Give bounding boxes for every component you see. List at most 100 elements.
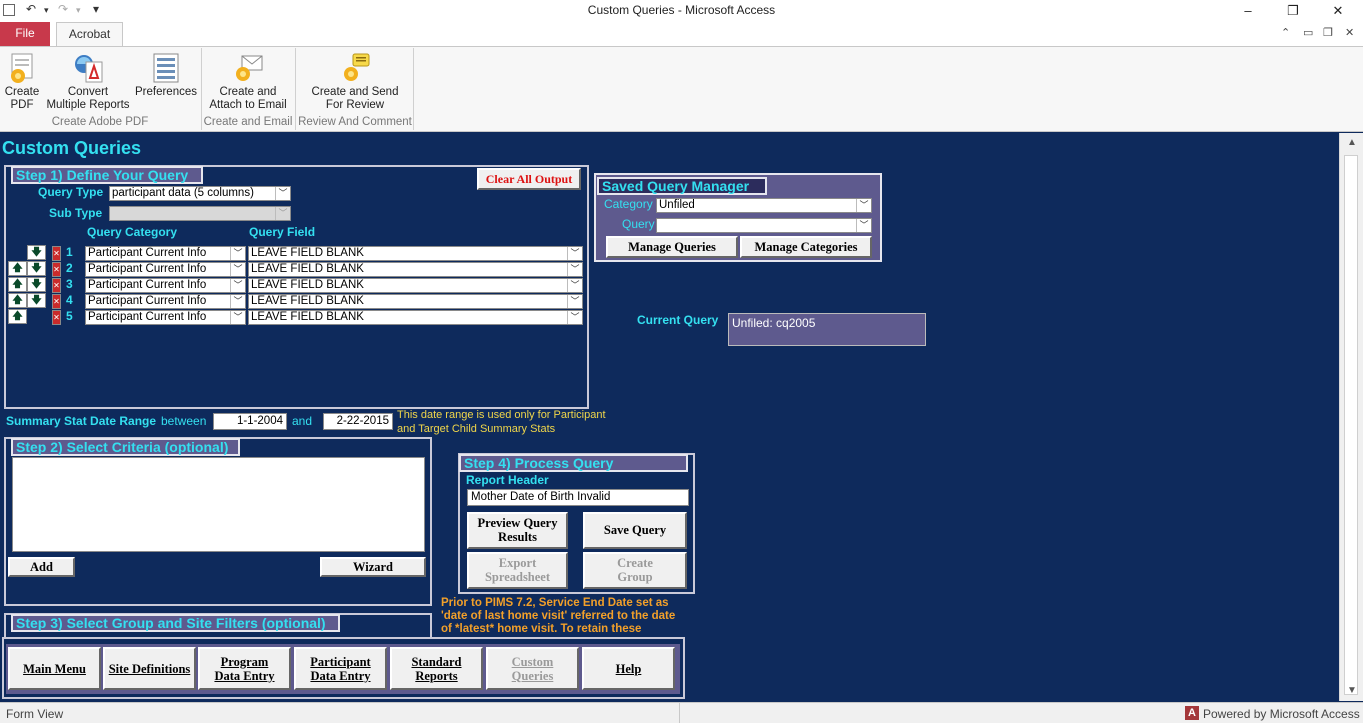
move-down-icon[interactable]: 🡇 bbox=[27, 293, 46, 308]
report-header-field[interactable]: Mother Date of Birth Invalid bbox=[467, 489, 689, 506]
delete-row-icon[interactable]: ✕ bbox=[52, 262, 61, 277]
sub-type-select[interactable]: ﹀ bbox=[109, 206, 291, 221]
move-down-icon[interactable]: 🡇 bbox=[27, 277, 46, 292]
saved-category-select[interactable]: Unfiled ﹀ bbox=[656, 198, 872, 213]
title-bar: ↶ ▾ ↷ ▾ ▾ Custom Queries - Microsoft Acc… bbox=[0, 0, 1363, 22]
saved-query-select[interactable]: ﹀ bbox=[656, 218, 872, 233]
create-send-review-button[interactable]: Create and Send For Review bbox=[298, 52, 412, 112]
create-attach-label-2: Attach to Email bbox=[209, 99, 287, 111]
chevron-down-icon[interactable]: ﹀ bbox=[567, 311, 582, 324]
custom-queries-button[interactable]: Custom Queries bbox=[486, 647, 579, 690]
delete-row-icon[interactable]: ✕ bbox=[52, 310, 61, 325]
add-criteria-button[interactable]: Add bbox=[8, 557, 75, 577]
query-field-select[interactable]: LEAVE FIELD BLANK ﹀ bbox=[248, 310, 583, 325]
move-up-icon[interactable]: 🡅 bbox=[8, 261, 27, 276]
query-field-select[interactable]: LEAVE FIELD BLANK ﹀ bbox=[248, 278, 583, 293]
current-query-value: Unfiled: cq2005 bbox=[728, 313, 926, 346]
create-attach-email-button[interactable]: Create and Attach to Email bbox=[204, 52, 292, 112]
start-date-field[interactable]: 1-1-2004 bbox=[213, 413, 287, 430]
chevron-down-icon[interactable]: ﹀ bbox=[856, 199, 871, 212]
chevron-down-icon[interactable]: ﹀ bbox=[567, 247, 582, 260]
group-create-adobe-pdf: Create Adobe PDF bbox=[51, 116, 149, 128]
chevron-down-icon[interactable]: ﹀ bbox=[567, 279, 582, 292]
mdi-minimize-icon[interactable]: ▭ bbox=[1303, 26, 1313, 39]
tab-file[interactable]: File bbox=[0, 22, 50, 46]
query-category-select[interactable]: Participant Current Info ﹀ bbox=[85, 310, 246, 325]
query-field-select[interactable]: LEAVE FIELD BLANK ﹀ bbox=[248, 294, 583, 309]
chevron-down-icon[interactable]: ﹀ bbox=[230, 295, 245, 308]
delete-row-icon[interactable]: ✕ bbox=[52, 246, 61, 261]
scroll-down-icon[interactable]: ▼ bbox=[1340, 685, 1363, 696]
row-number: 4 bbox=[66, 293, 73, 307]
query-type-select[interactable]: participant data (5 columns) ﹀ bbox=[109, 186, 291, 201]
convert-reports-icon bbox=[72, 52, 104, 84]
create-pdf-button[interactable]: Create PDF bbox=[2, 52, 42, 112]
chevron-down-icon[interactable]: ﹀ bbox=[275, 207, 290, 220]
delete-row-icon[interactable]: ✕ bbox=[52, 294, 61, 309]
page-title: Custom Queries bbox=[2, 138, 142, 158]
vertical-scrollbar[interactable]: ▲ ▼ bbox=[1339, 133, 1363, 701]
close-button[interactable]: ✕ bbox=[1315, 0, 1361, 22]
chevron-down-icon[interactable]: ﹀ bbox=[230, 311, 245, 324]
between-label: between bbox=[161, 414, 207, 428]
query-category-select[interactable]: Participant Current Info ﹀ bbox=[85, 294, 246, 309]
preferences-button[interactable]: Preferences bbox=[134, 52, 198, 99]
collapse-ribbon-icon[interactable]: ⌃ bbox=[1281, 26, 1290, 39]
ribbon-separator-3 bbox=[413, 48, 414, 130]
create-group-label: Create bbox=[617, 556, 653, 570]
tab-acrobat[interactable]: Acrobat bbox=[56, 22, 123, 47]
preferences-label: Preferences bbox=[134, 86, 197, 98]
move-up-icon[interactable]: 🡅 bbox=[8, 309, 27, 324]
and-label: and bbox=[292, 414, 313, 428]
chevron-down-icon[interactable]: ﹀ bbox=[230, 263, 245, 276]
program-data-entry-button[interactable]: Program Data Entry bbox=[198, 647, 291, 690]
nav-label: Site Definitions bbox=[108, 661, 191, 676]
minimize-button[interactable]: – bbox=[1225, 0, 1271, 22]
query-category-select[interactable]: Participant Current Info ﹀ bbox=[85, 246, 246, 261]
manage-categories-button[interactable]: Manage Categories bbox=[740, 236, 872, 258]
row-number: 1 bbox=[66, 245, 73, 259]
create-send-label-2: For Review bbox=[325, 99, 385, 111]
query-field-select[interactable]: LEAVE FIELD BLANK ﹀ bbox=[248, 246, 583, 261]
criteria-list[interactable] bbox=[12, 457, 425, 552]
group-create-and-email: Create and Email bbox=[203, 116, 293, 128]
query-field-select[interactable]: LEAVE FIELD BLANK ﹀ bbox=[248, 262, 583, 277]
move-up-icon[interactable]: 🡅 bbox=[8, 277, 27, 292]
main-menu-button[interactable]: Main Menu bbox=[8, 647, 101, 690]
mdi-close-icon[interactable]: ✕ bbox=[1345, 26, 1354, 39]
chevron-down-icon[interactable]: ﹀ bbox=[567, 295, 582, 308]
site-definitions-button[interactable]: Site Definitions bbox=[103, 647, 196, 690]
nav-label-2: Data Entry bbox=[310, 668, 371, 683]
save-query-button[interactable]: Save Query bbox=[583, 512, 687, 549]
move-up-icon[interactable]: 🡅 bbox=[8, 293, 27, 308]
chevron-down-icon[interactable]: ﹀ bbox=[856, 219, 871, 232]
standard-reports-button[interactable]: Standard Reports bbox=[390, 647, 483, 690]
query-category-select[interactable]: Participant Current Info ﹀ bbox=[85, 278, 246, 293]
scroll-up-icon[interactable]: ▲ bbox=[1340, 137, 1363, 148]
delete-row-icon[interactable]: ✕ bbox=[52, 278, 61, 293]
participant-data-entry-button[interactable]: Participant Data Entry bbox=[294, 647, 387, 690]
preview-query-results-button[interactable]: Preview Query Results bbox=[467, 512, 568, 549]
query-category-select[interactable]: Participant Current Info ﹀ bbox=[85, 262, 246, 277]
manage-queries-button[interactable]: Manage Queries bbox=[606, 236, 738, 258]
preview-label: Preview Query bbox=[477, 516, 558, 530]
step2-title: Step 2) Select Criteria (optional) bbox=[11, 438, 240, 456]
clear-all-output-button[interactable]: Clear All Output bbox=[477, 168, 581, 190]
restore-button[interactable]: ❐ bbox=[1270, 0, 1316, 22]
export-spreadsheet-button[interactable]: Export Spreadsheet bbox=[467, 552, 568, 589]
nav-label: Standard bbox=[411, 654, 462, 669]
chevron-down-icon[interactable]: ﹀ bbox=[567, 263, 582, 276]
move-down-icon[interactable]: 🡇 bbox=[27, 245, 46, 260]
wizard-button[interactable]: Wizard bbox=[320, 557, 426, 577]
move-down-icon[interactable]: 🡇 bbox=[27, 261, 46, 276]
chevron-down-icon[interactable]: ﹀ bbox=[275, 187, 290, 200]
convert-multiple-reports-button[interactable]: Convert Multiple Reports bbox=[44, 52, 132, 112]
chevron-down-icon[interactable]: ﹀ bbox=[230, 247, 245, 260]
scroll-thumb[interactable] bbox=[1344, 155, 1358, 695]
help-button[interactable]: Help bbox=[582, 647, 675, 690]
end-date-field[interactable]: 2-22-2015 bbox=[323, 413, 393, 430]
chevron-down-icon[interactable]: ﹀ bbox=[230, 279, 245, 292]
mdi-restore-icon[interactable]: ❐ bbox=[1323, 26, 1333, 39]
create-group-button[interactable]: Create Group bbox=[583, 552, 687, 589]
export-label: Export bbox=[498, 556, 537, 570]
